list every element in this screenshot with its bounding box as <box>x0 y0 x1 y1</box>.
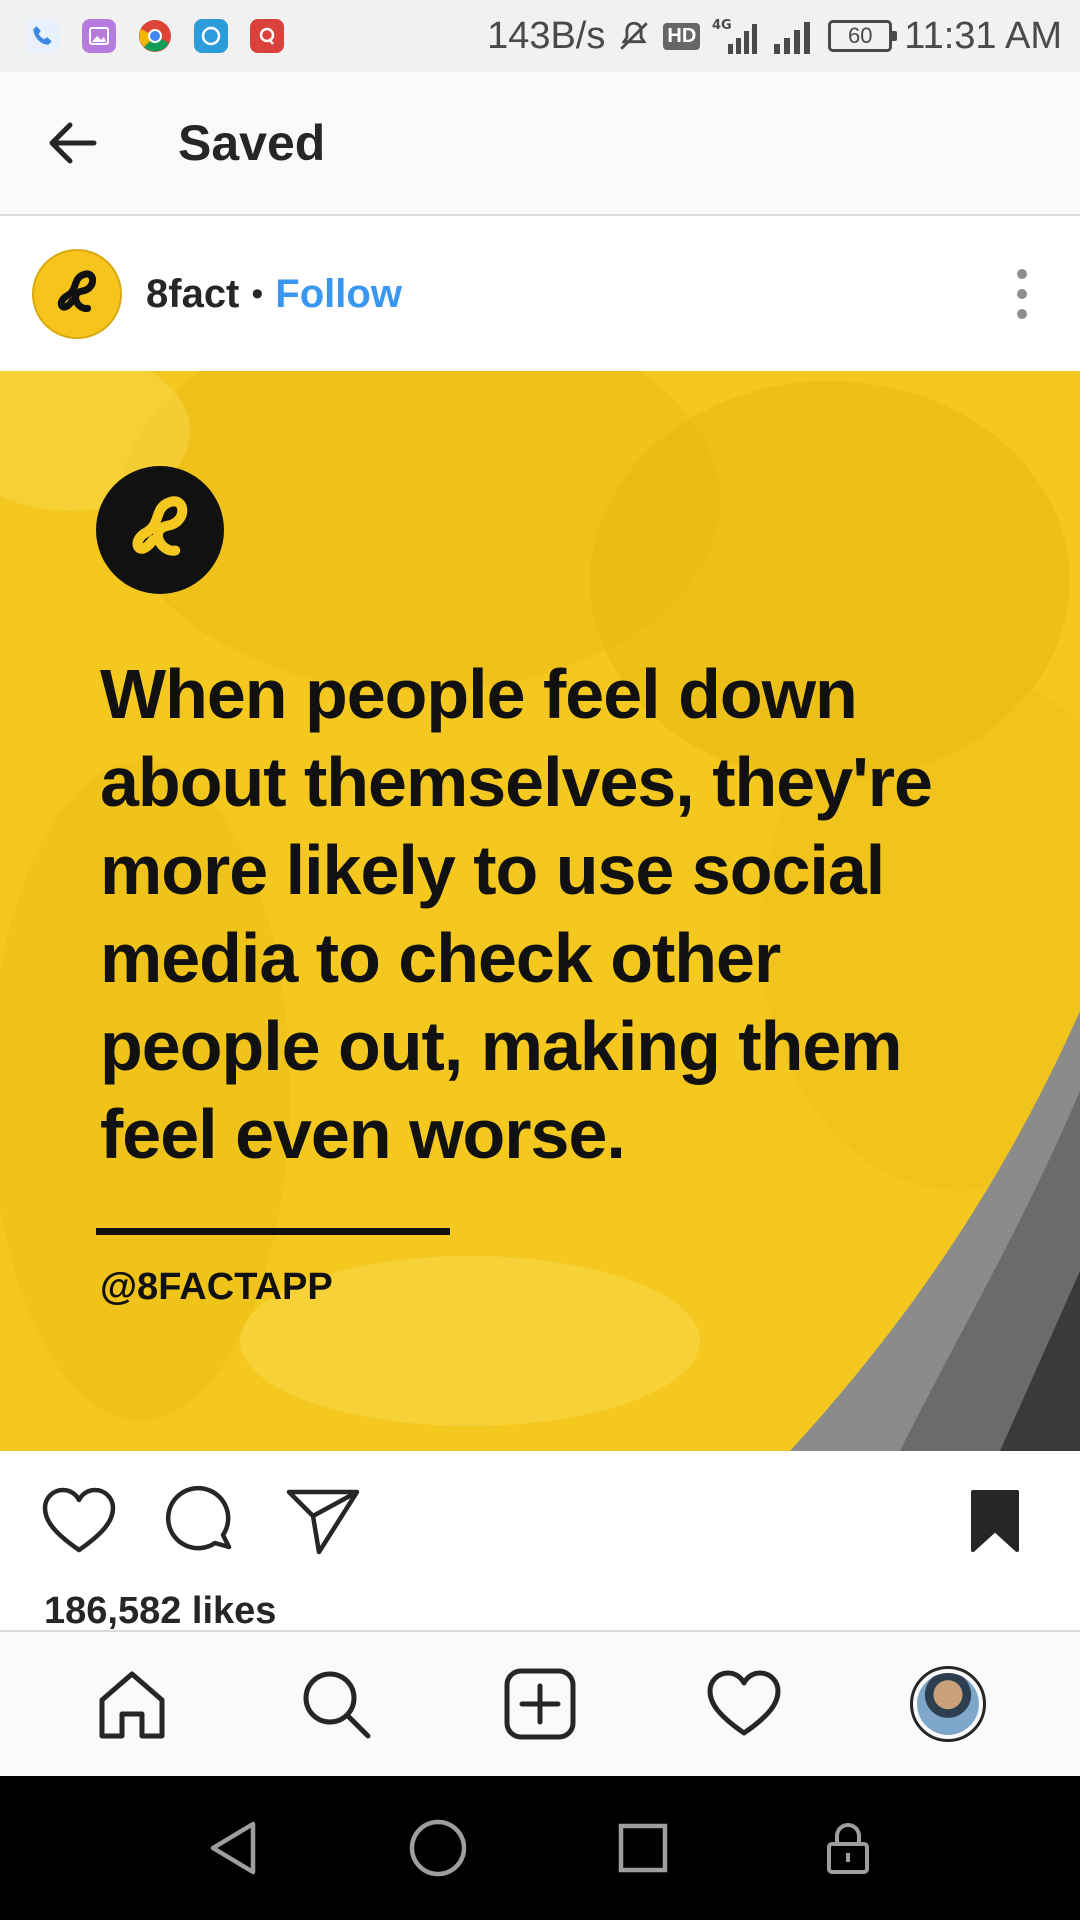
back-triangle-icon <box>210 1821 255 1875</box>
tab-profile[interactable] <box>898 1654 998 1754</box>
home-circle-icon <box>409 1819 466 1877</box>
tab-home[interactable] <box>82 1654 182 1754</box>
status-bar: 143B/s HD 4G 60 11:31 AM <box>0 0 1080 72</box>
8fact-logo-icon <box>132 496 188 556</box>
chrome-icon <box>138 19 172 53</box>
svg-text:4G: 4G <box>712 18 732 33</box>
system-status: 143B/s HD 4G 60 11:31 AM <box>487 15 1062 58</box>
hd-badge: HD <box>663 22 701 50</box>
post-image[interactable]: When people feel down about themselves, … <box>0 371 1080 1451</box>
battery-level: 60 <box>848 23 873 48</box>
share-button[interactable] <box>282 1480 364 1562</box>
system-navigation-bar <box>0 1776 1080 1920</box>
battery-icon: 60 <box>828 20 898 52</box>
post-header: 8fact • Follow <box>0 218 1080 370</box>
likes-count[interactable]: 186,582 likes <box>44 1590 276 1633</box>
brand-logo <box>96 466 224 594</box>
more-dot <box>1017 309 1027 319</box>
post-quote-text: When people feel down about themselves, … <box>100 655 933 1173</box>
nav-back-button[interactable] <box>183 1798 283 1898</box>
save-button[interactable] <box>954 1480 1036 1562</box>
follow-button[interactable]: Follow <box>275 272 402 317</box>
home-icon <box>99 1671 165 1739</box>
quora-icon <box>250 19 284 53</box>
tab-search[interactable] <box>286 1654 386 1754</box>
heart-outline-icon <box>42 1487 116 1553</box>
nav-recents-button[interactable] <box>593 1798 693 1898</box>
comment-bubble-icon <box>165 1485 232 1551</box>
more-dot <box>1017 269 1027 279</box>
top-app-bar: Saved <box>0 72 1080 216</box>
profile-photo <box>917 1673 979 1735</box>
recents-square-icon <box>618 1823 667 1873</box>
post-handle-text: @8FACTAPP <box>100 1266 333 1308</box>
tab-activity[interactable] <box>694 1654 794 1754</box>
8fact-logo-icon <box>57 270 97 312</box>
nav-home-button[interactable] <box>388 1798 488 1898</box>
nav-lock-button[interactable] <box>798 1798 898 1898</box>
post-author-avatar[interactable] <box>32 249 122 339</box>
back-button[interactable] <box>22 93 122 193</box>
signal-icon <box>774 22 811 54</box>
separator-dot: • <box>251 274 264 313</box>
network-speed: 143B/s <box>487 14 606 57</box>
bottom-tab-bar <box>0 1630 1080 1776</box>
arrow-left-icon <box>49 122 97 164</box>
gallery-icon <box>82 19 116 53</box>
like-button[interactable] <box>38 1480 120 1562</box>
quote-divider <box>96 1228 450 1235</box>
search-icon <box>303 1671 371 1739</box>
add-post-icon <box>504 1668 576 1740</box>
screen: 143B/s HD 4G 60 11:31 AM Saved 8fact • F… <box>0 0 1080 1920</box>
activity-heart-icon <box>707 1670 781 1736</box>
more-options-button[interactable] <box>1002 254 1042 334</box>
post-username[interactable]: 8fact <box>146 272 239 317</box>
mute-icon <box>620 21 649 50</box>
page-title: Saved <box>178 115 326 171</box>
send-paper-plane-icon <box>286 1489 360 1555</box>
clock: 11:31 AM <box>904 14 1062 57</box>
more-dot <box>1017 289 1027 299</box>
tab-new-post[interactable] <box>490 1654 590 1754</box>
comment-button[interactable] <box>160 1480 242 1562</box>
phone-icon <box>26 19 60 53</box>
notification-icons <box>26 19 284 53</box>
bookmark-filled-icon <box>971 1490 1019 1552</box>
circle-app-icon <box>194 19 228 53</box>
profile-avatar <box>910 1666 986 1742</box>
signal-4g-icon: 4G <box>712 18 758 54</box>
post-actions <box>0 1451 1080 1591</box>
lock-icon <box>826 1823 869 1874</box>
